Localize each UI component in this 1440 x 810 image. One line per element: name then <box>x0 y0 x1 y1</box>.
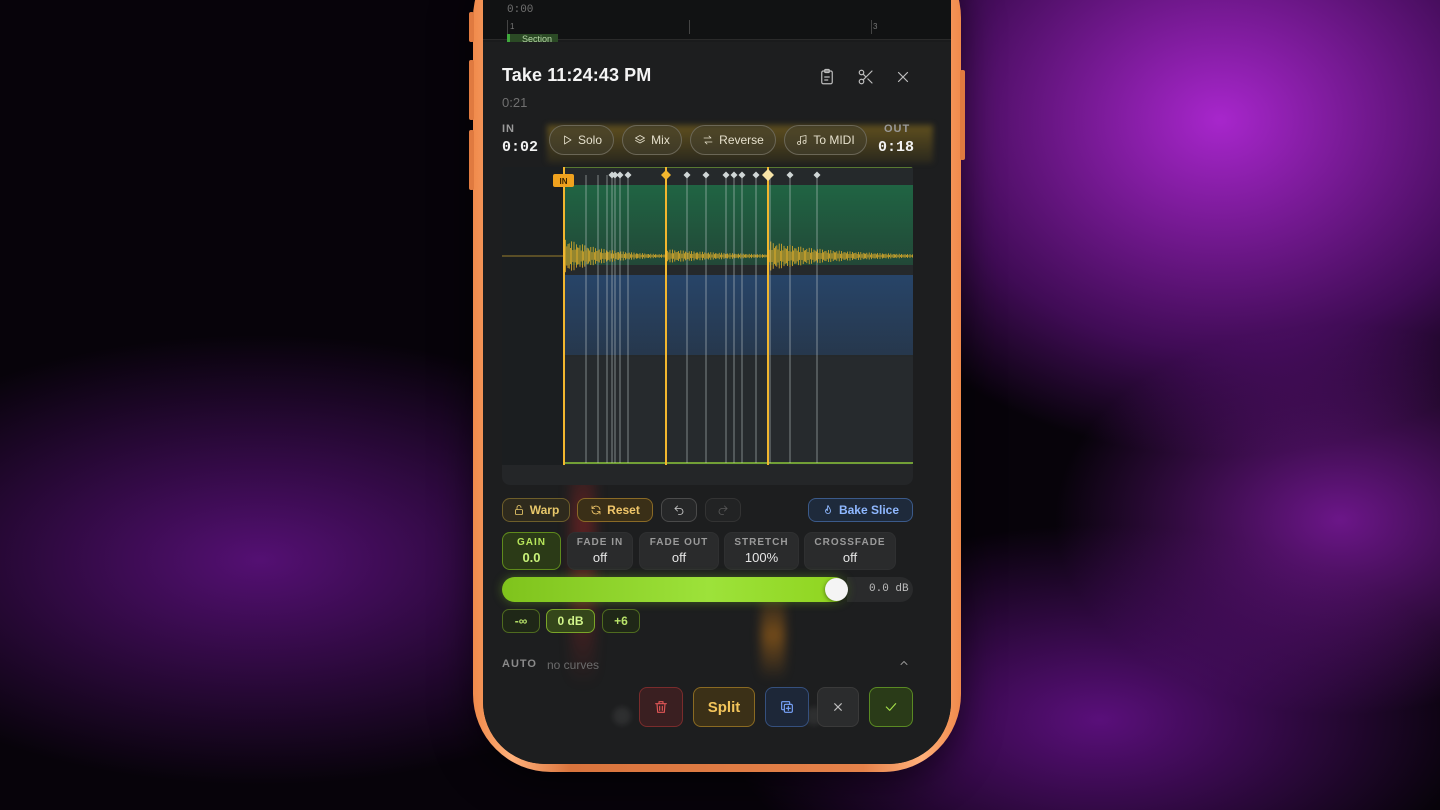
phone-volume-up <box>469 60 474 120</box>
redo-button[interactable] <box>705 498 741 522</box>
warp-label: Warp <box>529 503 560 517</box>
to-midi-button[interactable]: To MIDI <box>784 125 867 155</box>
out-label: OUT <box>884 123 911 135</box>
solo-button[interactable]: Solo <box>549 125 614 155</box>
swap-icon <box>703 135 713 145</box>
slice-handle-selected <box>762 169 774 181</box>
phone-side-button <box>960 70 965 160</box>
scissors-icon[interactable] <box>855 66 877 88</box>
timeline-ruler[interactable]: 0:00 1 3 Section <box>483 0 951 44</box>
param-value: off <box>671 550 687 565</box>
param-fade-in[interactable]: FADE IN off <box>567 532 633 570</box>
background-track-glow <box>761 590 785 680</box>
confirm-button[interactable] <box>869 687 913 727</box>
reverse-label: Reverse <box>719 133 764 147</box>
transient-handle <box>624 171 632 179</box>
automation-label: AUTO <box>502 658 537 670</box>
param-label: FADE OUT <box>649 537 709 548</box>
ruler-tick-label: 1 <box>510 22 515 31</box>
flame-icon <box>825 505 831 514</box>
cancel-button[interactable] <box>817 687 859 727</box>
gain-slider-fill[interactable] <box>502 577 847 602</box>
music-note-icon <box>797 135 807 145</box>
ruler-time: 0:00 <box>507 4 534 16</box>
transient-handle <box>702 171 710 179</box>
background-dot <box>613 707 631 725</box>
transient-handle <box>730 171 738 179</box>
out-time[interactable]: 0:18 <box>878 139 914 156</box>
checkmark-icon <box>885 703 897 711</box>
solo-label: Solo <box>577 133 603 147</box>
gain-slider-thumb[interactable] <box>825 578 848 601</box>
preset-plus-six[interactable]: +6 <box>602 609 640 633</box>
param-value: 0.0 <box>522 550 541 565</box>
play-icon <box>564 135 572 145</box>
param-stretch[interactable]: STRETCH 100% <box>724 532 799 570</box>
lock-icon <box>514 505 523 515</box>
waveform-canvas: IN <box>502 167 913 465</box>
waveform-footer <box>502 465 913 485</box>
slice-handle <box>661 170 671 180</box>
in-label: IN <box>502 123 515 135</box>
layers-icon <box>635 135 646 144</box>
transient-handle <box>683 171 691 179</box>
param-value: 100% <box>744 550 779 565</box>
warp-button[interactable]: Warp <box>502 498 570 522</box>
delete-button[interactable] <box>639 687 683 727</box>
phone-action-button <box>469 12 474 42</box>
bake-slice-label: Bake Slice <box>838 503 900 517</box>
duplicate-icon <box>781 701 793 713</box>
transient-handle <box>813 171 821 179</box>
automation-status: no curves <box>547 658 600 672</box>
ruler-tick <box>871 20 872 34</box>
transient-handle <box>738 171 746 179</box>
preset-minus-infinity[interactable]: -∞ <box>502 609 540 633</box>
redo-icon <box>718 505 728 515</box>
phone-volume-down <box>469 130 474 190</box>
param-label: FADE IN <box>576 537 624 548</box>
in-marker-label: IN <box>560 177 568 186</box>
in-time[interactable]: 0:02 <box>502 139 538 156</box>
param-fade-out[interactable]: FADE OUT off <box>639 532 719 570</box>
bake-slice-button[interactable]: Bake Slice <box>808 498 913 522</box>
param-value: off <box>842 550 858 565</box>
close-icon[interactable] <box>892 66 914 88</box>
split-button[interactable]: Split <box>693 687 755 727</box>
reverse-button[interactable]: Reverse <box>690 125 776 155</box>
trash-icon <box>655 701 667 713</box>
reset-label: Reset <box>607 503 640 517</box>
chevron-up-icon[interactable] <box>898 656 912 670</box>
waveform-editor[interactable]: IN <box>502 167 913 465</box>
duplicate-button[interactable] <box>765 687 809 727</box>
ruler-tick <box>507 20 508 34</box>
to-midi-label: To MIDI <box>813 133 855 147</box>
reset-button[interactable]: Reset <box>577 498 653 522</box>
take-duration: 0:21 <box>502 95 528 110</box>
param-value: off <box>592 550 608 565</box>
param-crossfade[interactable]: CROSSFADE off <box>804 532 896 570</box>
refresh-icon <box>591 505 601 515</box>
transient-handle <box>752 171 760 179</box>
preset-zero-db[interactable]: 0 dB <box>546 609 595 633</box>
undo-icon <box>674 505 684 515</box>
param-label: CROSSFADE <box>814 537 886 548</box>
param-label: STRETCH <box>734 537 789 548</box>
transient-handle <box>786 171 794 179</box>
transient-handle <box>616 171 624 179</box>
gain-slider-value: 0.0 dB <box>869 583 909 595</box>
phone-screen: 0:00 1 3 Section Take 11:24:43 PM 0:21 I… <box>483 0 951 764</box>
ruler-tick-label: 3 <box>873 22 878 31</box>
param-gain[interactable]: GAIN 0.0 <box>502 532 561 570</box>
ruler-tick <box>689 20 690 34</box>
close-icon <box>834 703 842 711</box>
mix-button[interactable]: Mix <box>622 125 682 155</box>
param-label: GAIN <box>517 537 546 548</box>
clipboard-icon[interactable] <box>816 66 838 88</box>
transient-handle <box>722 171 730 179</box>
undo-button[interactable] <box>661 498 697 522</box>
phone-frame: 0:00 1 3 Section Take 11:24:43 PM 0:21 I… <box>469 0 965 772</box>
mix-label: Mix <box>651 133 670 147</box>
take-title: Take 11:24:43 PM <box>502 65 652 85</box>
